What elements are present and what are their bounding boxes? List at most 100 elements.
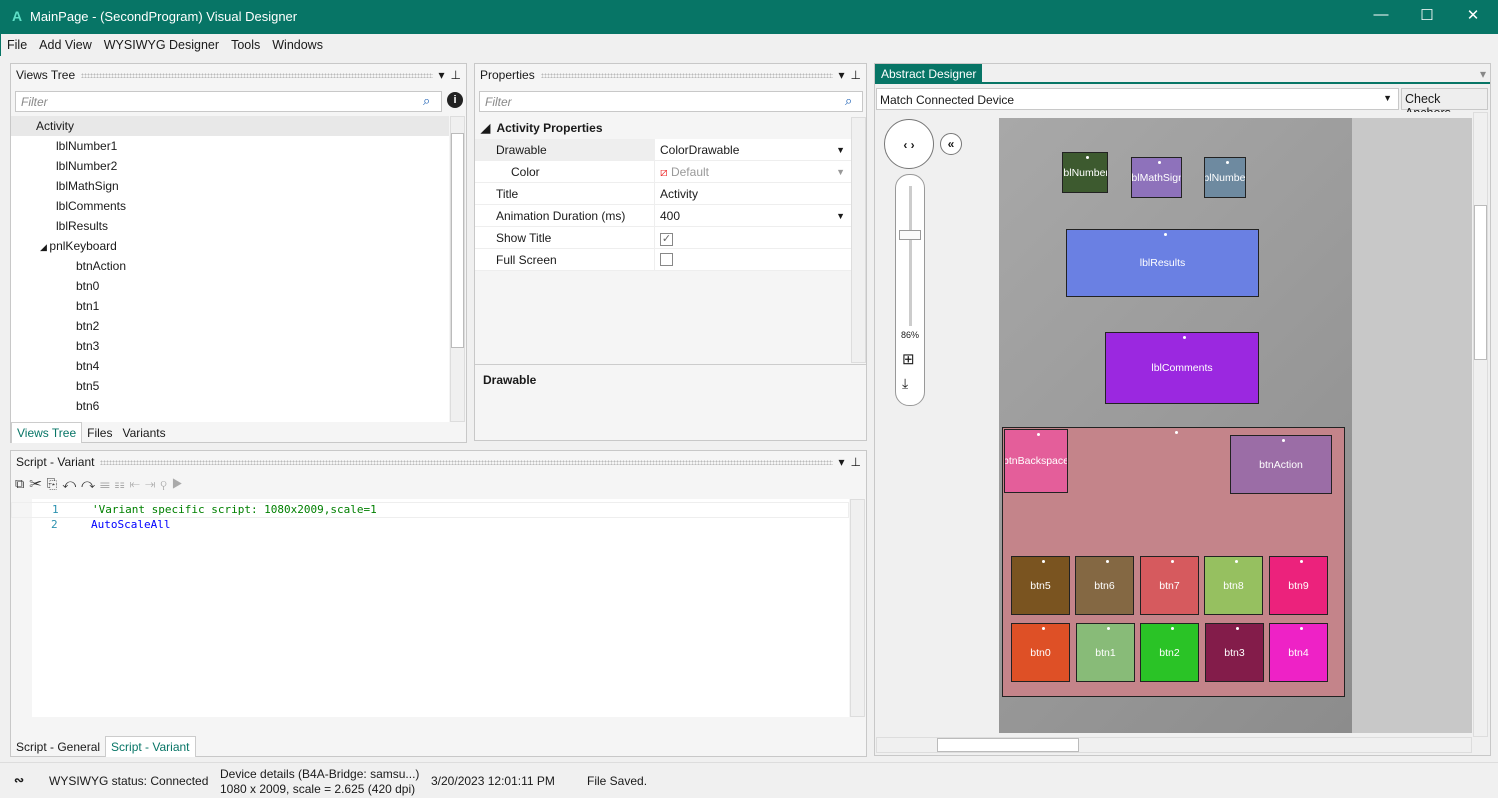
anchor-handle[interactable] (1174, 431, 1178, 434)
code-line[interactable]: 2 AutoScaleAll (11, 518, 849, 534)
indent-icon[interactable]: ⇥ (145, 476, 160, 491)
search-icon[interactable]: ⌕ (845, 93, 852, 109)
close-button[interactable]: ✕ (1458, 6, 1488, 28)
anchor-handle[interactable] (1299, 627, 1303, 630)
anchor-handle[interactable] (1041, 560, 1045, 563)
tree-item[interactable]: btn3 (11, 336, 449, 356)
menu-add-view[interactable]: Add View (33, 34, 98, 52)
designer-view-btn6[interactable]: btn6 (1075, 556, 1134, 615)
tree-scrollbar[interactable] (450, 116, 465, 422)
paste-icon[interactable]: ⎘ (47, 476, 62, 491)
minimize-button[interactable]: — (1366, 6, 1396, 28)
tab-views-tree[interactable]: Views Tree (11, 422, 83, 443)
property-row[interactable]: Color ⧄ Default ▼ (475, 161, 851, 183)
anchor-handle[interactable] (1235, 627, 1239, 630)
anchor-handle[interactable] (1041, 627, 1045, 630)
anchor-handle[interactable] (1226, 161, 1229, 164)
tree-item[interactable]: btn2 (11, 316, 449, 336)
property-value[interactable] (655, 249, 851, 270)
property-row[interactable]: Full Screen (475, 249, 851, 271)
menu-windows[interactable]: Windows (266, 34, 329, 52)
code-editor[interactable]: 1 'Variant specific script: 1080x2009,sca… (11, 499, 849, 717)
dropdown-icon[interactable]: ▾ (439, 68, 445, 82)
designer-view-btn9[interactable]: btn9 (1269, 556, 1328, 615)
designer-view-lblResults[interactable]: lblResults (1066, 229, 1259, 297)
tree-item[interactable]: btn6 (11, 396, 449, 416)
chevron-down-icon[interactable]: ▼ (836, 205, 845, 227)
designer-view-btn8[interactable]: btn8 (1204, 556, 1263, 615)
properties-filter-input[interactable]: Filter (479, 91, 863, 112)
variant-select[interactable]: Match Connected Device ▼ (876, 88, 1399, 110)
tree-item[interactable]: btn0 (11, 276, 449, 296)
designer-view-btnAction[interactable]: btnAction (1230, 435, 1332, 494)
dropdown-icon[interactable]: ▾ (839, 68, 845, 82)
tree-item[interactable]: lblComments (11, 196, 449, 216)
pin-icon[interactable]: ⊥ (851, 68, 861, 82)
chevron-down-icon[interactable]: ▼ (836, 161, 845, 183)
anchor-handle[interactable] (1163, 233, 1167, 236)
designer-view-btn5[interactable]: btn5 (1011, 556, 1070, 615)
designer-view-lblNumber1[interactable]: lblNumber (1062, 152, 1108, 193)
property-row[interactable]: Title Activity (475, 183, 851, 205)
designer-view-lblNumber2[interactable]: lblNumber (1204, 157, 1246, 198)
tree-item[interactable]: btnAction (11, 256, 449, 276)
cut-icon[interactable]: ✂ (29, 476, 47, 491)
checkbox[interactable]: ✓ (660, 233, 673, 246)
property-row[interactable]: Animation Duration (ms) 400 ▼ (475, 205, 851, 227)
tree-item[interactable]: lblResults (11, 216, 449, 236)
tree-item[interactable]: lblNumber2 (11, 156, 449, 176)
designer-view-lblMathSign[interactable]: lblMathSign (1131, 157, 1182, 198)
pin-icon[interactable]: ⊥ (451, 68, 461, 82)
designer-view-btnBackspace[interactable]: btnBackspace (1004, 429, 1068, 493)
tab-script-general[interactable]: Script - General (11, 737, 105, 757)
search-icon[interactable]: ⌕ (423, 93, 430, 109)
views-filter-input[interactable]: Filter (15, 91, 442, 112)
anchor-handle[interactable] (1086, 156, 1089, 159)
designer-view-btn0[interactable]: btn0 (1011, 623, 1070, 682)
code-scrollbar-vertical[interactable] (850, 499, 865, 717)
find-icon[interactable]: ⚲ (160, 476, 171, 491)
anchor-handle[interactable] (1183, 336, 1186, 339)
designer-view-btn1[interactable]: btn1 (1076, 623, 1135, 682)
designer-scrollbar-horizontal[interactable] (876, 737, 1472, 753)
outdent-icon[interactable]: ⇤ (130, 476, 145, 491)
anchor-handle[interactable] (1234, 560, 1238, 563)
check-anchors-button[interactable]: Check Anchors (1401, 88, 1488, 120)
tree-item[interactable]: btn1 (11, 296, 449, 316)
menu-file[interactable]: File (1, 34, 33, 52)
info-icon[interactable]: i (447, 92, 463, 108)
properties-scrollbar[interactable] (851, 117, 866, 363)
property-section[interactable]: ◢ Activity Properties (475, 117, 851, 139)
tab-variants[interactable]: Variants (117, 423, 170, 443)
tab-abstract-designer[interactable]: Abstract Designer (875, 64, 983, 84)
anchor-handle[interactable] (1282, 439, 1285, 442)
collapse-icon[interactable]: « (940, 133, 962, 155)
designer-scrollbar-vertical[interactable] (1473, 112, 1488, 737)
zoom-slider[interactable] (909, 186, 912, 326)
tree-item[interactable]: ◢ pnlKeyboard (11, 236, 449, 256)
designer-view-btn4[interactable]: btn4 (1269, 623, 1328, 682)
menu-wysiwyg-designer[interactable]: WYSIWYG Designer (98, 34, 225, 52)
maximize-button[interactable]: ☐ (1412, 6, 1442, 28)
tab-files[interactable]: Files (82, 423, 117, 443)
zoom-slider-thumb[interactable] (899, 230, 921, 240)
pin-icon[interactable]: ⊥ (851, 455, 861, 469)
dropdown-icon[interactable]: ▾ (839, 455, 845, 469)
tab-script-variant[interactable]: Script - Variant (105, 736, 196, 757)
pan-control[interactable]: ‹ › (884, 119, 934, 169)
tree-item[interactable]: lblMathSign (11, 176, 449, 196)
download-icon[interactable]: ⤓ (902, 375, 908, 392)
designer-view-btn3[interactable]: btn3 (1205, 623, 1264, 682)
anchor-handle[interactable] (1105, 560, 1109, 563)
chevron-down-icon[interactable]: ▼ (836, 139, 845, 161)
comment-icon[interactable]: ☰ (100, 476, 115, 491)
checkbox[interactable] (660, 253, 673, 266)
anchor-handle[interactable] (1170, 560, 1174, 563)
tree-item[interactable]: Activity (11, 116, 449, 136)
property-value[interactable]: ⧄ Default ▼ (655, 161, 851, 182)
property-row[interactable]: Drawable ColorDrawable ▼ (475, 139, 851, 161)
designer-view-btn7[interactable]: btn7 (1140, 556, 1199, 615)
tree-item[interactable]: lblNumber1 (11, 136, 449, 156)
menu-tools[interactable]: Tools (225, 34, 266, 52)
property-value[interactable]: Activity (655, 183, 851, 204)
